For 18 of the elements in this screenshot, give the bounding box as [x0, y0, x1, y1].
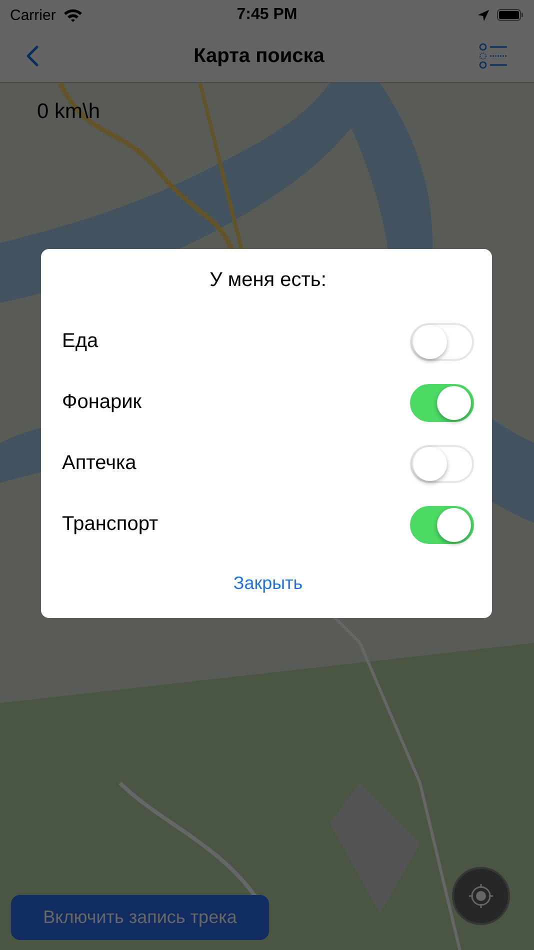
option-label: Аптечка	[62, 452, 136, 475]
carrier-name: Carrier	[10, 6, 56, 24]
screen-title: Карта поиска	[194, 44, 324, 68]
list-icon[interactable]	[478, 43, 508, 69]
speed-label: 0 km\h	[37, 100, 100, 124]
crosshair-icon	[467, 882, 495, 910]
close-button[interactable]: Закрыть	[225, 569, 311, 598]
location-arrow-icon	[477, 8, 490, 22]
record-track-button[interactable]: Включить запись трека	[11, 895, 269, 940]
option-label: Еда	[62, 330, 98, 353]
toggle-switch[interactable]	[410, 384, 474, 422]
dialog-title: У меня есть:	[208, 269, 328, 293]
option-label: Фонарик	[62, 391, 142, 414]
wifi-icon	[62, 7, 83, 23]
status-time: 7:45 PM	[236, 6, 298, 24]
back-icon[interactable]	[26, 45, 39, 67]
toggle-switch[interactable]	[410, 506, 474, 544]
option-label: Транспорт	[62, 513, 158, 536]
